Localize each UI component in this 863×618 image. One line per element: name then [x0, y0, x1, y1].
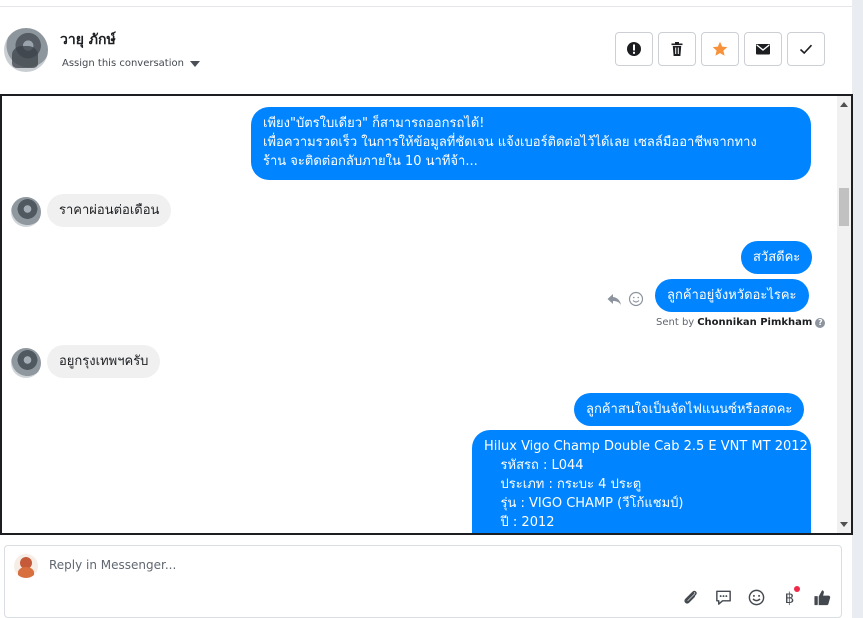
- page-scroll-strip: [852, 0, 863, 618]
- message-tools: [606, 291, 644, 307]
- message-bubble-outgoing: ลูกค้าสนใจเป็นจัดไฟแนนซ์หรือสดคะ: [574, 393, 805, 426]
- like-button[interactable]: [812, 587, 833, 608]
- star-icon: [712, 41, 728, 56]
- payment-button[interactable]: ฿: [779, 586, 800, 608]
- top-divider: [0, 0, 852, 7]
- mark-unread-button[interactable]: [744, 32, 782, 66]
- reply-composer: ฿: [4, 545, 842, 618]
- saved-replies-button[interactable]: [713, 587, 734, 608]
- message-bubble-outgoing: ลูกค้าอยู่จังหวัดอะไรคะ: [655, 279, 809, 312]
- contact-avatar[interactable]: [4, 28, 48, 72]
- baht-icon: ฿: [784, 588, 795, 607]
- contact-name[interactable]: วายุ ภักษ์: [60, 29, 116, 51]
- notification-dot: [794, 586, 800, 592]
- assign-label: Assign this conversation: [62, 58, 184, 69]
- delete-button[interactable]: [658, 32, 696, 66]
- assign-conversation-dropdown[interactable]: Assign this conversation: [62, 58, 200, 69]
- emoji-button[interactable]: [746, 587, 767, 608]
- agent-avatar: [14, 554, 38, 578]
- help-icon[interactable]: ?: [815, 317, 826, 328]
- message-bubble-outgoing: Hilux Vigo Champ Double Cab 2.5 E VNT MT…: [472, 430, 811, 533]
- message-bubble-outgoing: เพียง"บัตรใบเดียว" ก็สามารถออกรถได้! เพื…: [251, 107, 811, 180]
- conversation-header: วายุ ภักษ์ Assign this conversation: [0, 7, 852, 94]
- spam-button[interactable]: [615, 32, 653, 66]
- alert-icon: [627, 42, 641, 56]
- conversation-actions: [615, 32, 825, 66]
- sent-by-name: Chonnikan Pimkham: [697, 317, 813, 328]
- scroll-down-arrow-icon[interactable]: [840, 522, 848, 527]
- message-bubble-incoming: ราคาผ่อนต่อเดือน: [47, 194, 172, 227]
- chat-bubble-icon: [716, 590, 731, 605]
- sent-by-label: Sent by Chonnikan Pimkham ?: [656, 317, 826, 328]
- mark-done-button[interactable]: [787, 32, 825, 66]
- message-bubble-incoming: อยูกรุงเทพฯครับ: [47, 345, 161, 378]
- check-icon: [799, 44, 813, 55]
- conversation-thread[interactable]: เพียง"บัตรใบเดียว" ก็สามารถออกรถได้! เพื…: [0, 94, 853, 535]
- scroll-up-arrow-icon[interactable]: [840, 102, 848, 107]
- attach-button[interactable]: [680, 587, 701, 608]
- contact-avatar-small: [11, 197, 41, 227]
- sent-by-prefix: Sent by: [656, 317, 695, 328]
- thumbs-up-icon: [814, 590, 831, 606]
- reply-input[interactable]: [49, 558, 649, 572]
- envelope-icon: [756, 44, 770, 55]
- star-button[interactable]: [701, 32, 739, 66]
- contact-avatar-small: [11, 348, 41, 378]
- composer-tools: ฿: [680, 586, 833, 608]
- react-smiley-icon[interactable]: [628, 291, 644, 307]
- paperclip-icon: [684, 590, 697, 604]
- message-bubble-outgoing: สวัสดีคะ: [741, 241, 813, 274]
- conversation-scrollbar[interactable]: [837, 96, 851, 533]
- trash-icon: [671, 42, 683, 56]
- scrollbar-thumb[interactable]: [839, 188, 849, 226]
- reply-icon[interactable]: [606, 291, 622, 307]
- caret-down-icon: [189, 60, 200, 67]
- smiley-icon: [748, 589, 765, 606]
